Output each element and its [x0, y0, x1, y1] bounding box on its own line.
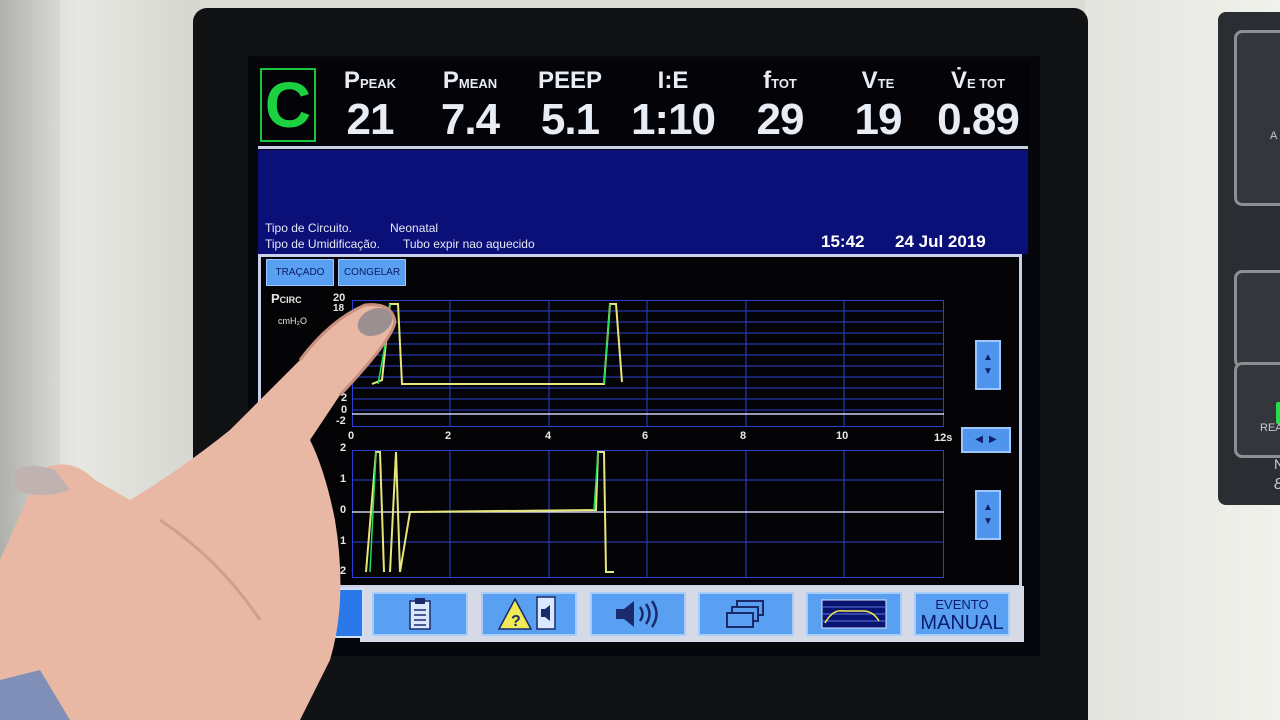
ventilation-mode-indicator[interactable]: C — [260, 68, 316, 142]
side-control-button-upper[interactable] — [1234, 30, 1280, 206]
param-label: PEEP — [537, 67, 603, 94]
y-tick: 2 — [341, 392, 348, 404]
y-tick: 18 — [333, 303, 345, 314]
x-tick: 4 — [545, 430, 552, 442]
param-v-te: VTE 19 — [828, 68, 928, 143]
pressure-axis-label: PCIRC — [271, 291, 302, 306]
stacked-windows-icon — [726, 600, 764, 628]
circuit-type-label: Tipo de Circuito. — [265, 221, 352, 235]
flow-axis-label: V̇ — [296, 443, 305, 458]
param-value: 19 — [854, 95, 903, 144]
clipboard-icon — [409, 598, 431, 630]
param-ve-tot: V̇E TOT 0.89 — [928, 68, 1028, 143]
param-f-tot: fTOT 29 — [730, 68, 830, 143]
manual-label: MANUAL — [920, 612, 1004, 634]
circuit-type-value: Neonatal — [390, 221, 439, 235]
arrow-left-icon: ◀ — [975, 434, 983, 445]
home-button[interactable] — [330, 588, 364, 638]
param-value: 0.89 — [937, 95, 1020, 144]
device-rail — [0, 0, 60, 720]
flow-scale-button[interactable]: ▲ ▼ — [975, 490, 1001, 540]
parameter-bar-divider — [258, 146, 1028, 149]
manual-event-button[interactable]: EVENTO MANUAL — [914, 592, 1010, 636]
side-label-a: A — [1270, 130, 1278, 142]
param-label: I:E — [657, 67, 689, 94]
side-label-8: 8 — [1274, 476, 1280, 494]
y-tick: 2 — [340, 442, 347, 454]
time-scale-button[interactable]: ◀ ▶ — [961, 427, 1011, 453]
arrow-down-icon: ▼ — [983, 516, 993, 527]
param-label: PMEAN — [442, 67, 498, 94]
arrow-up-icon: ▲ — [983, 502, 993, 513]
param-p-mean: PMEAN 7.4 — [420, 68, 520, 143]
side-label-n: N — [1274, 456, 1280, 472]
flow-gridlines — [352, 450, 944, 578]
y-tick: 0 — [340, 504, 347, 516]
param-value: 29 — [756, 95, 805, 144]
param-p-peak: PPEAK 21 — [320, 68, 420, 143]
param-label: VTE — [861, 67, 895, 94]
svg-text:?: ? — [511, 613, 521, 630]
screens-button[interactable] — [698, 592, 794, 636]
clock-time: 15:42 — [821, 232, 865, 251]
y-tick: 2 — [340, 565, 347, 577]
x-tick: 8 — [740, 430, 747, 442]
x-tick: 12s — [934, 432, 953, 444]
humidification-type-value: Tubo expir nao aquecido — [403, 237, 535, 251]
param-label: fTOT — [763, 67, 797, 94]
speaker-icon — [616, 600, 658, 628]
trace-button[interactable]: TRAÇADO — [266, 259, 334, 286]
param-ie-ratio: I:E 1:10 — [623, 68, 723, 143]
param-value: 1:10 — [630, 95, 716, 144]
y-tick: 1 — [340, 473, 347, 485]
param-label: PPEAK — [343, 67, 397, 94]
y-tick: -2 — [336, 415, 346, 427]
x-tick: 0 — [348, 430, 355, 442]
waveform-graph-icon — [821, 599, 887, 629]
pressure-unit: cmH₂O — [278, 316, 307, 326]
x-tick: 6 — [642, 430, 649, 442]
alarm-warning-icon: ? — [497, 596, 556, 630]
alarm-settings-button[interactable]: ? — [481, 592, 577, 636]
graphics-button[interactable] — [806, 592, 902, 636]
side-control-panel: A REA N 8 — [1218, 12, 1280, 505]
arrow-right-icon: ▶ — [989, 434, 997, 445]
status-led — [1276, 402, 1280, 424]
param-value: 5.1 — [540, 95, 600, 144]
humidification-type-label: Tipo de Umidificação. — [265, 237, 380, 251]
pressure-gridlines — [352, 300, 944, 427]
side-control-button-middle[interactable] — [1234, 270, 1280, 368]
clock-date: 24 Jul 2019 — [895, 232, 986, 251]
arrow-down-icon: ▼ — [983, 366, 993, 377]
param-peep: PEEP 5.1 — [520, 68, 620, 143]
param-value: 7.4 — [440, 95, 500, 144]
side-control-button-lower[interactable] — [1234, 362, 1280, 458]
pressure-scale-button[interactable]: ▲ ▼ — [975, 340, 1001, 390]
arrow-up-icon: ▲ — [983, 352, 993, 363]
patient-data-button[interactable] — [372, 592, 468, 636]
x-tick: 2 — [445, 430, 452, 442]
y-tick: 1 — [340, 535, 347, 547]
x-tick: 10 — [836, 430, 849, 442]
param-label: V̇E TOT — [950, 67, 1006, 94]
side-label-rea: REA — [1260, 422, 1280, 434]
freeze-button[interactable]: CONGELAR — [338, 259, 406, 286]
alarm-volume-button[interactable] — [590, 592, 686, 636]
param-value: 21 — [346, 95, 395, 144]
